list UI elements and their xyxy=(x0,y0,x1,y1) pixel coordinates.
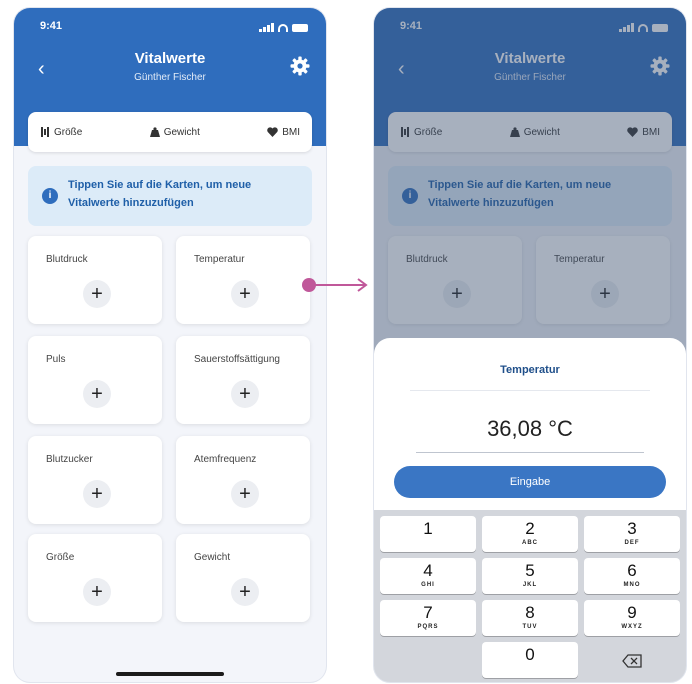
key-6[interactable]: 6 MNO xyxy=(584,558,680,594)
status-time: 9:41 xyxy=(40,20,63,32)
vitals-screen: 9:41 ‹ Vitalwerte Günther Fischer Größe … xyxy=(14,8,326,682)
add-icon[interactable]: + xyxy=(83,380,111,408)
status-icons xyxy=(259,23,308,32)
key-letters: TUV xyxy=(522,624,538,630)
tab-bmi[interactable]: BMI xyxy=(267,127,300,138)
tab-weight[interactable]: Gewicht xyxy=(149,126,200,138)
info-banner: i Tippen Sie auf die Karten, um neue Vit… xyxy=(28,166,312,226)
key-digit: 5 xyxy=(525,561,535,580)
key-digit: 1 xyxy=(423,519,433,538)
key-5[interactable]: 5 JKL xyxy=(482,558,578,594)
key-letters: DEF xyxy=(624,540,640,546)
add-icon[interactable]: + xyxy=(83,280,111,308)
add-icon[interactable]: + xyxy=(231,380,259,408)
page-title: Vitalwerte xyxy=(134,50,206,67)
home-indicator[interactable] xyxy=(116,672,224,676)
transition-arrow-icon xyxy=(302,278,368,292)
measurement-tabs: Größe Gewicht BMI xyxy=(28,112,312,152)
tab-weight-label: Gewicht xyxy=(163,126,200,138)
key-digit: 4 xyxy=(423,561,433,580)
key-digit: 2 xyxy=(525,519,535,538)
card-label: Sauerstoffsättigung xyxy=(194,354,280,365)
sheet-title: Temperatur xyxy=(500,364,560,376)
input-bottom-sheet: Temperatur 36,08 °C Eingabe 1 2 ABC 3 DEF … xyxy=(374,338,686,682)
card-groesse[interactable]: Größe + xyxy=(28,534,162,622)
tab-size[interactable]: Größe xyxy=(40,127,82,138)
ruler-icon xyxy=(41,127,49,137)
backspace-key[interactable] xyxy=(584,642,680,678)
card-atemfrequenz[interactable]: Atemfrequenz + xyxy=(176,436,310,524)
card-label: Blutzucker xyxy=(46,454,93,465)
add-icon[interactable]: + xyxy=(83,578,111,606)
add-icon[interactable]: + xyxy=(231,280,259,308)
card-blutzucker[interactable]: Blutzucker + xyxy=(28,436,162,524)
key-letters: ABC xyxy=(522,540,538,546)
heart-icon xyxy=(267,127,278,137)
card-label: Atemfrequenz xyxy=(194,454,257,465)
card-label: Gewicht xyxy=(194,552,231,563)
signal-icon xyxy=(259,23,274,32)
battery-icon xyxy=(292,24,308,32)
card-gewicht[interactable]: Gewicht + xyxy=(176,534,310,622)
card-sauerstoffsaettigung[interactable]: Sauerstoffsättigung + xyxy=(176,336,310,424)
value-underline xyxy=(416,452,644,453)
key-letters: GHI xyxy=(421,582,435,588)
key-digit: 6 xyxy=(627,561,637,580)
key-letters: PQRS xyxy=(417,624,439,630)
card-label: Blutdruck xyxy=(46,254,88,265)
key-letters: JKL xyxy=(522,582,538,588)
key-3[interactable]: 3 DEF xyxy=(584,516,680,552)
backspace-icon xyxy=(622,654,642,668)
card-label: Temperatur xyxy=(194,254,245,265)
key-digit: 3 xyxy=(627,519,637,538)
info-icon: i xyxy=(42,188,58,204)
key-0[interactable]: 0 xyxy=(482,642,578,678)
tab-bmi-label: BMI xyxy=(282,126,300,138)
card-label: Größe xyxy=(46,552,75,563)
key-9[interactable]: 9 WXYZ xyxy=(584,600,680,636)
divider xyxy=(410,390,650,391)
add-icon[interactable]: + xyxy=(83,480,111,508)
key-digit: 0 xyxy=(525,645,535,664)
key-digit: 8 xyxy=(525,603,535,622)
add-icon[interactable]: + xyxy=(231,480,259,508)
submit-button[interactable]: Eingabe xyxy=(394,466,666,498)
settings-gear-icon[interactable] xyxy=(290,56,310,76)
card-puls[interactable]: Puls + xyxy=(28,336,162,424)
key-7[interactable]: 7 PQRS xyxy=(380,600,476,636)
weight-icon xyxy=(149,127,160,137)
patient-name: Günther Fischer xyxy=(134,72,206,83)
vitals-screen-with-input: 9:41 ‹ Vitalwerte Günther Fischer Größe … xyxy=(374,8,686,682)
add-icon[interactable]: + xyxy=(231,578,259,606)
key-letters: MNO xyxy=(623,582,641,588)
numeric-keypad: 1 2 ABC 3 DEF 4 GHI 5 JKL 6 MNO 7 PQRS 8 TUV 9 W… xyxy=(374,510,686,682)
card-blutdruck[interactable]: Blutdruck + xyxy=(28,236,162,324)
card-label: Puls xyxy=(46,354,66,365)
key-digit: 9 xyxy=(627,603,637,622)
wifi-icon xyxy=(278,24,288,32)
card-temperatur[interactable]: Temperatur + xyxy=(176,236,310,324)
status-bar: 9:41 xyxy=(14,20,326,36)
info-text: Tippen Sie auf die Karten, um neue Vital… xyxy=(68,179,252,209)
key-8[interactable]: 8 TUV xyxy=(482,600,578,636)
key-1[interactable]: 1 xyxy=(380,516,476,552)
key-2[interactable]: 2 ABC xyxy=(482,516,578,552)
temperature-value-field[interactable]: 36,08 °C xyxy=(374,416,686,442)
key-4[interactable]: 4 GHI xyxy=(380,558,476,594)
key-digit: 7 xyxy=(423,603,433,622)
key-letters: WXYZ xyxy=(621,624,643,630)
tab-size-label: Größe xyxy=(54,126,83,138)
